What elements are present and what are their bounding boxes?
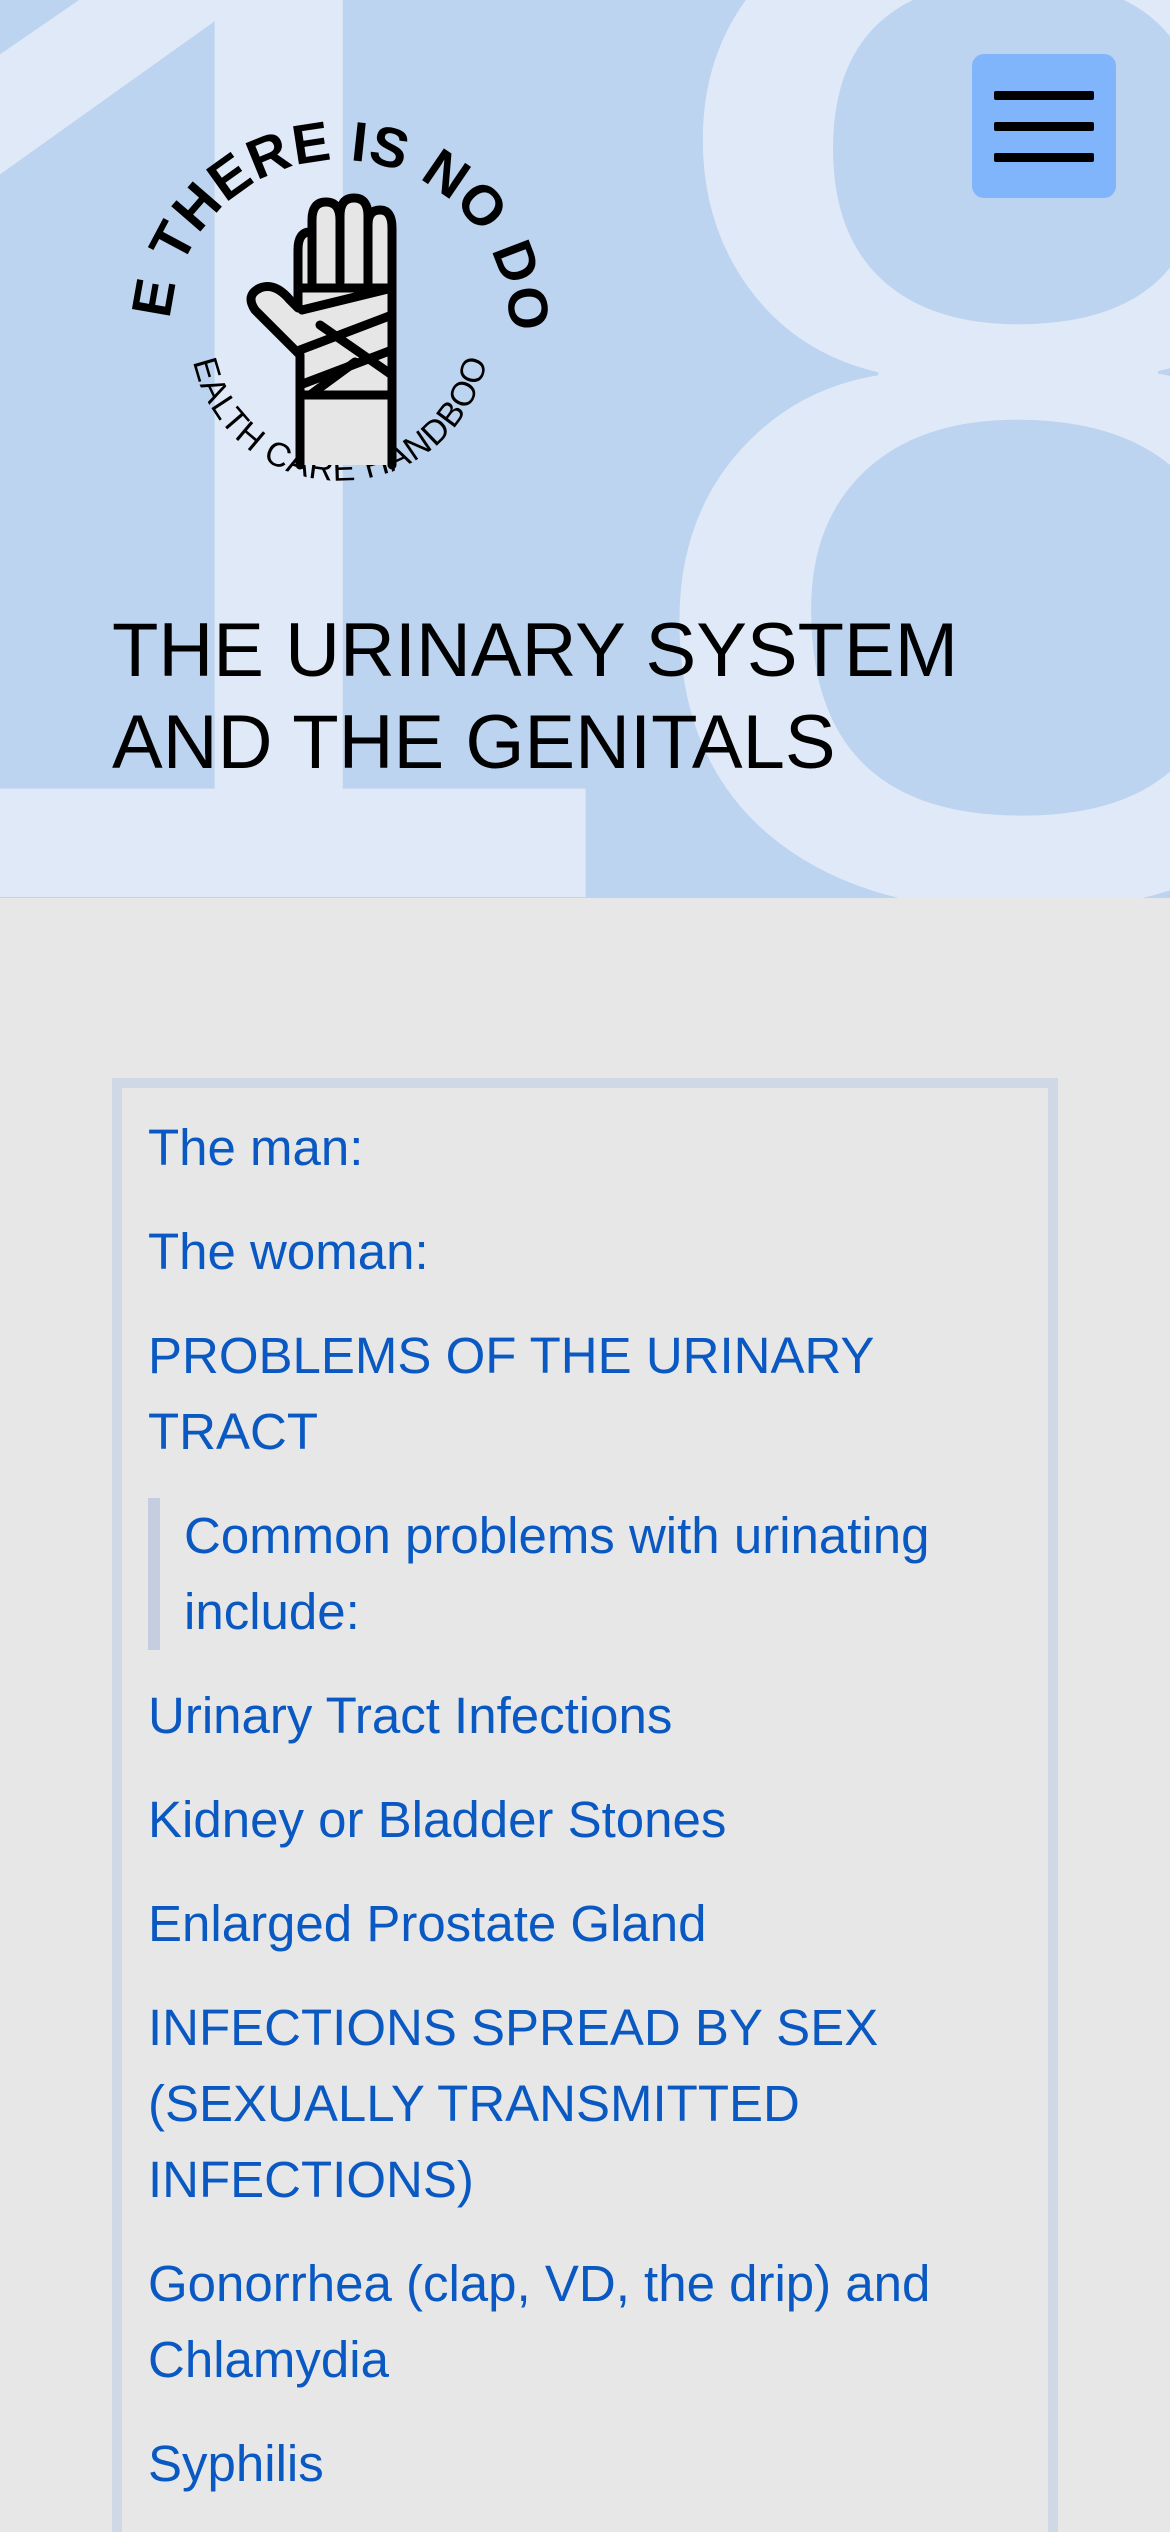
toc-link-kidney-bladder-stones[interactable]: Kidney or Bladder Stones xyxy=(148,1782,1022,1858)
hamburger-menu-icon-bar xyxy=(994,122,1094,131)
table-of-contents: The man: The woman: PROBLEMS OF THE URIN… xyxy=(112,1078,1058,2532)
chapter-hero: 18 WHERE THERE IS NO DOCTOR HEALTH CARE … xyxy=(0,0,1170,898)
toc-link-problems-urinary-tract[interactable]: PROBLEMS OF THE URINARY TRACT xyxy=(148,1318,1022,1470)
menu-button[interactable] xyxy=(972,54,1116,198)
toc-link-sexually-transmitted-infections[interactable]: INFECTIONS SPREAD BY SEX (SEXUALLY TRANS… xyxy=(148,1990,1022,2218)
toc-link-the-man[interactable]: The man: xyxy=(148,1110,1022,1186)
page-title: THE URINARY SYSTEM AND THE GENITALS xyxy=(112,608,959,785)
toc-link-enlarged-prostate[interactable]: Enlarged Prostate Gland xyxy=(148,1886,1022,1962)
hamburger-menu-icon-bar xyxy=(994,153,1094,162)
toc-link-common-problems-urinating[interactable]: Common problems with urinating include: xyxy=(148,1498,1022,1650)
toc-link-gonorrhea-chlamydia[interactable]: Gonorrhea (clap, VD, the drip) and Chlam… xyxy=(148,2246,1022,2398)
toc-link-urinary-tract-infections[interactable]: Urinary Tract Infections xyxy=(148,1678,1022,1754)
toc-link-the-woman[interactable]: The woman: xyxy=(148,1214,1022,1290)
bandaged-hand-icon xyxy=(246,193,397,470)
hamburger-menu-icon xyxy=(994,91,1094,100)
toc-link-syphilis[interactable]: Syphilis xyxy=(148,2426,1022,2502)
where-there-is-no-doctor-logo[interactable]: WHERE THERE IS NO DOCTOR HEALTH CARE HAN… xyxy=(120,110,560,550)
